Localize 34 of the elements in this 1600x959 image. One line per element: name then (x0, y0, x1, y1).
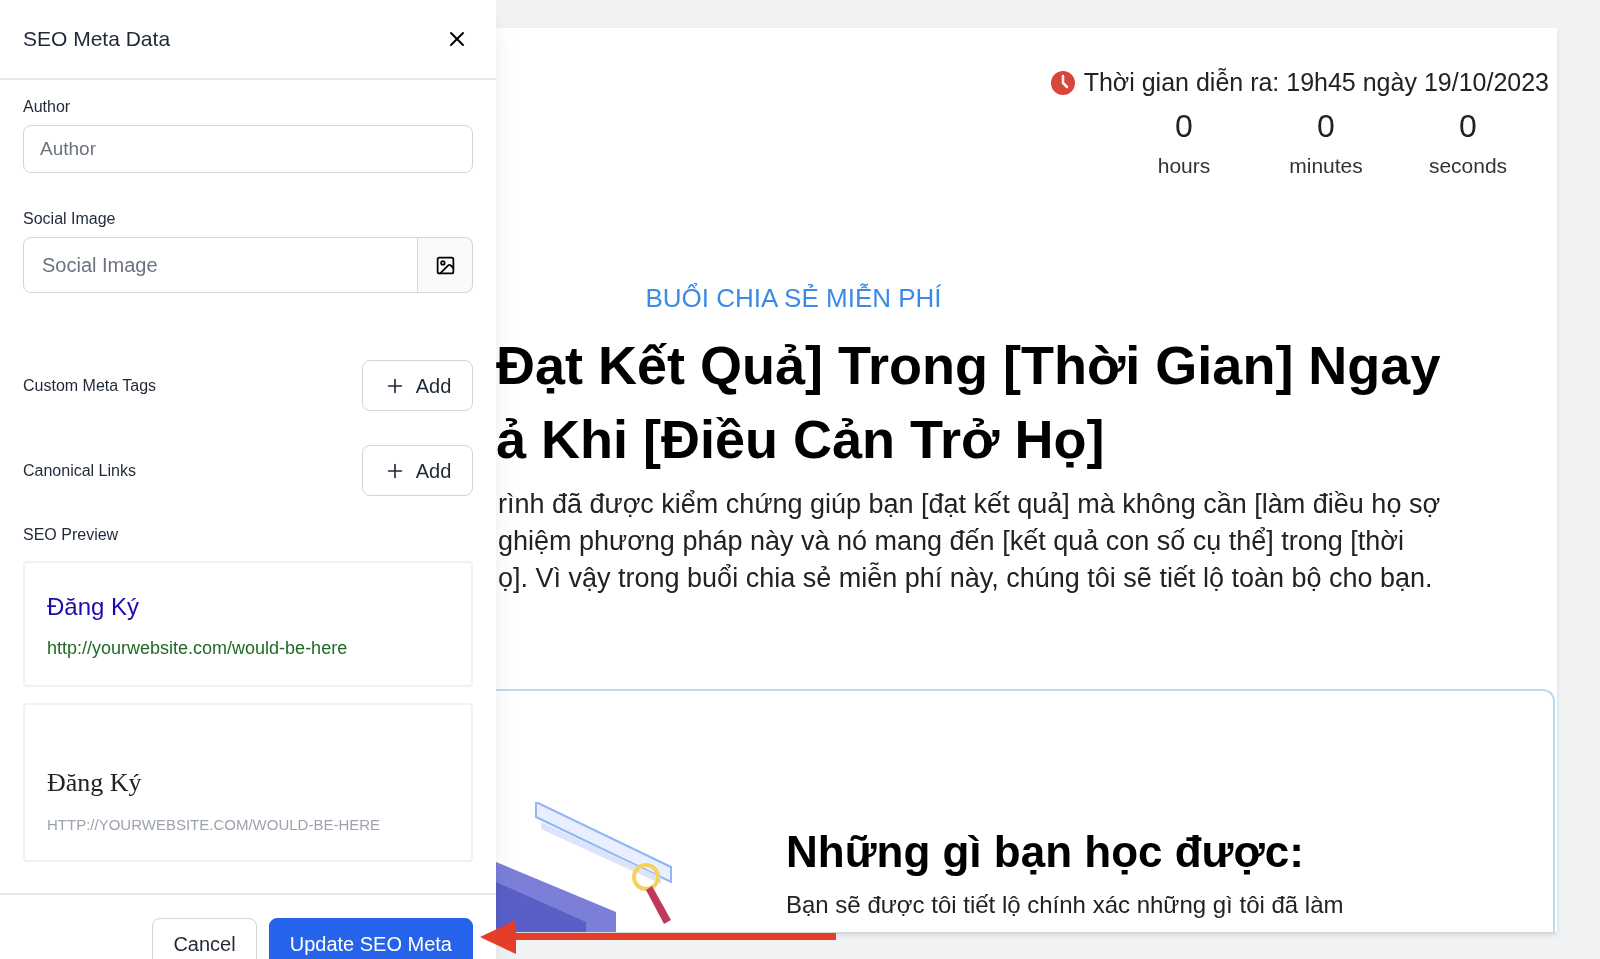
headline-line: ả Khi [Điều Cản Trở Họ] (496, 408, 1106, 471)
countdown-unit: minutes (1289, 152, 1363, 179)
intro-line: ọ]. Vì vậy trong buổi chia sẻ miễn phí này, chúng tôi sẽ tiết lộ toàn bộ cho bạn. (498, 561, 1434, 595)
countdown-value: 0 (1459, 106, 1477, 146)
headline-line: Đạt Kết Quả] Trong [Thời Gian] Ngay (496, 334, 1442, 397)
cancel-button[interactable]: Cancel (152, 918, 257, 959)
field-label: Author (23, 97, 72, 117)
section-label: Canonical Links (23, 460, 136, 481)
field-label: Social Image (23, 209, 117, 229)
countdown-unit: hours (1157, 152, 1211, 179)
preview-title: Đăng Ký (47, 767, 143, 799)
section-text: Bạn sẽ được tôi tiết lộ chính xác những gì tôi đã làm (786, 890, 1345, 920)
add-button[interactable]: Add (362, 360, 473, 411)
intro-line: rình đã được kiểm chứng giúp bạn [đạt kết quả] mà không cần [làm điều họ sợ (498, 488, 1442, 521)
drawer-title: SEO Meta Data (23, 26, 171, 53)
preview-url: HTTP://YOURWEBSITE.COM/WOULD-BE-HERE (47, 815, 382, 835)
countdown-value: 0 (1175, 106, 1193, 146)
intro-line: ghiệm phương pháp này và nó mang đến [kết quả con số cụ thể] trong [thời (498, 525, 1406, 558)
eyebrow-text: BUỔI CHIA SẺ MIỄN PHÍ (645, 282, 942, 315)
section-label: Custom Meta Tags (23, 375, 157, 396)
update-button[interactable]: Update SEO Meta (268, 918, 473, 959)
countdown-value: 0 (1317, 106, 1335, 146)
clock-icon (1049, 69, 1076, 96)
countdown-unit: seconds (1428, 152, 1508, 179)
input-field[interactable]: Social Image (23, 237, 418, 293)
section-title: Những gì bạn học được: (786, 826, 1305, 878)
image-picker-button[interactable] (418, 237, 473, 293)
preview-title: Đăng Ký (47, 592, 141, 622)
add-button[interactable]: Add (362, 445, 473, 496)
input-field[interactable]: Author (23, 125, 473, 173)
preview-url: http://yourwebsite.com/would-be-here (47, 637, 349, 660)
event-time: Thời gian diễn ra: 19h45 ngày 19/10/2023 (1083, 67, 1549, 98)
preview-label: SEO Preview (23, 525, 120, 545)
image-icon (434, 254, 456, 276)
